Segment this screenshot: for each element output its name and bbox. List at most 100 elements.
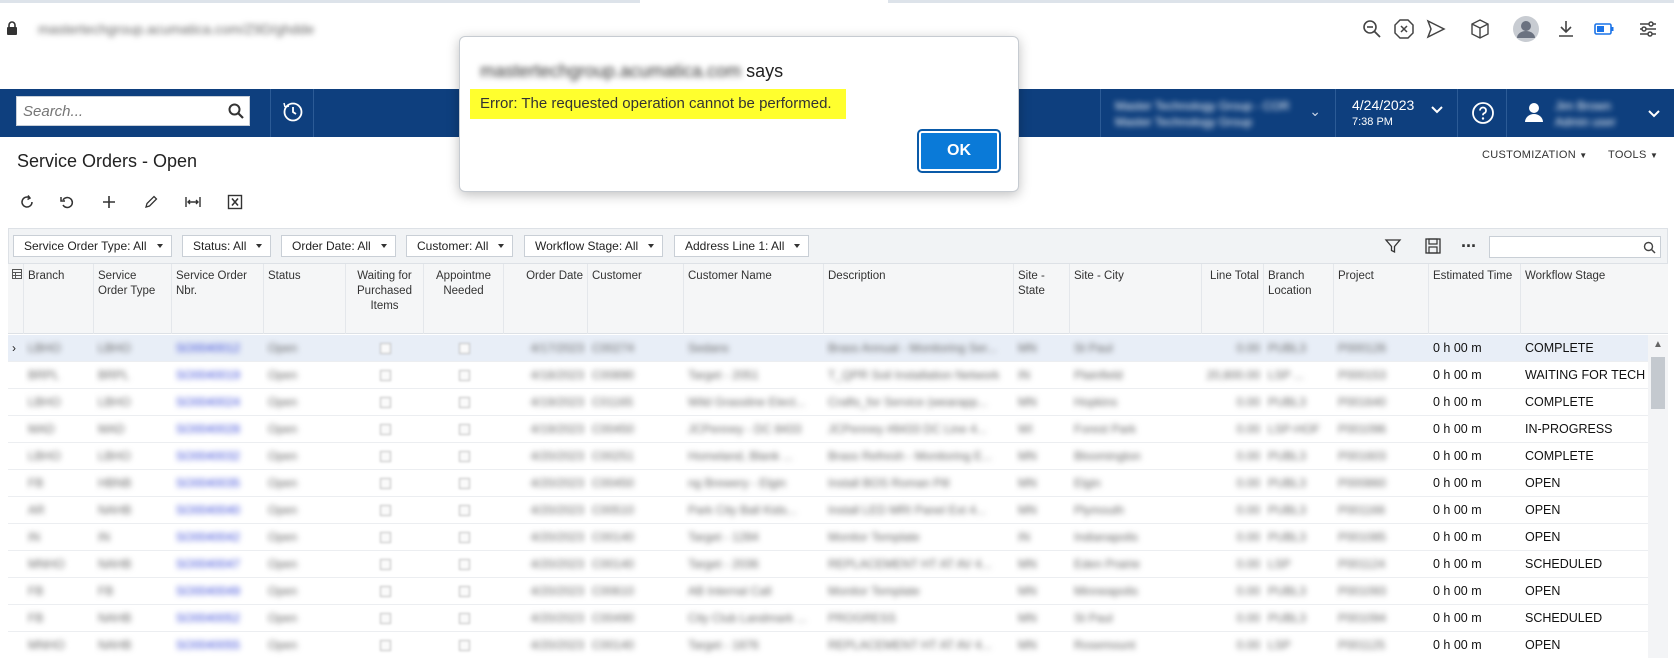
checkbox[interactable] (379, 424, 391, 436)
column-header[interactable]: Service Order Type (94, 264, 172, 334)
table-row[interactable]: FB HBNB SO0040035 Open 4/20/2023 C00450 ng Bre… (8, 470, 1648, 497)
company-selector[interactable]: Master Technology Group - CORP Master Te… (1100, 89, 1335, 137)
business-date-selector[interactable]: 4/24/2023 7:38 PM (1335, 89, 1457, 137)
cell-nbr[interactable]: SO0040024 (176, 395, 240, 409)
column-header[interactable]: Description (824, 264, 1014, 334)
scrollbar-thumb[interactable] (1651, 357, 1665, 409)
checkbox[interactable] (458, 370, 470, 382)
send-icon[interactable] (1424, 17, 1448, 41)
profile-icon[interactable] (1512, 15, 1540, 43)
checkbox[interactable] (379, 532, 391, 544)
checkbox[interactable] (379, 343, 391, 355)
checkbox[interactable] (458, 451, 470, 463)
table-row[interactable]: MNHO NAHB SO0040047 Open 4/20/2023 C00140 Targ… (8, 551, 1648, 578)
filter-service-order-type[interactable]: Service Order Type: All (13, 235, 172, 257)
tools-menu[interactable]: TOOLS ▼ (1608, 149, 1658, 161)
download-icon[interactable] (1554, 17, 1578, 41)
help-button[interactable] (1457, 89, 1507, 137)
column-header[interactable]: Workflow Stage (1521, 264, 1668, 334)
settings-sliders-icon[interactable] (1636, 17, 1660, 41)
recent-history-button[interactable] (270, 89, 314, 137)
alert-ok-button[interactable]: OK (917, 129, 1001, 173)
cell-nbr[interactable]: SO0040040 (176, 503, 240, 517)
column-header[interactable]: Line Total (1202, 264, 1264, 334)
table-row[interactable]: LBHO LBHO SO0040032 Open 4/20/2023 C00251 Home… (8, 443, 1648, 470)
checkbox[interactable] (458, 343, 470, 355)
column-header[interactable]: Service Order Nbr. (172, 264, 264, 334)
cell-nbr[interactable]: SO0040019 (176, 368, 240, 382)
cell-nbr[interactable]: SO0040032 (176, 449, 240, 463)
checkbox[interactable] (458, 559, 470, 571)
table-row[interactable]: FB FB SO0040049 Open 4/20/2023 C00610 AB Inter… (8, 578, 1648, 605)
checkbox[interactable] (379, 478, 391, 490)
cell-nbr[interactable]: SO0040012 (176, 341, 240, 355)
checkbox[interactable] (379, 397, 391, 409)
table-row[interactable]: BRPL BRPL SO0040019 Open 4/18/2023 C00890 Targ… (8, 362, 1648, 389)
column-header[interactable]: Project (1334, 264, 1429, 334)
filter-customer[interactable]: Customer: All (406, 235, 514, 257)
table-row[interactable]: AR NAHB SO0040040 Open 4/20/2023 C00510 Park C… (8, 497, 1648, 524)
table-row[interactable]: FB NAHB SO0040052 Open 4/20/2023 C00490 City C… (8, 605, 1648, 632)
checkbox[interactable] (458, 613, 470, 625)
column-header[interactable]: Order Date (504, 264, 588, 334)
vertical-scrollbar[interactable]: ▲ (1648, 335, 1668, 658)
cell-nbr[interactable]: SO0040055 (176, 638, 240, 652)
add-button[interactable] (98, 191, 120, 213)
column-settings-icon[interactable] (8, 264, 24, 334)
table-row[interactable]: › LBHO LBHO SO0040012 Open 4/17/2023 C00274 Sed… (8, 335, 1648, 362)
search-icon[interactable] (227, 102, 245, 120)
checkbox[interactable] (458, 478, 470, 490)
lock-icon[interactable] (6, 21, 18, 35)
filter-status[interactable]: Status: All (182, 235, 272, 257)
column-header[interactable]: Customer (588, 264, 684, 334)
column-header[interactable]: Branch Location (1264, 264, 1334, 334)
cell-nbr[interactable]: SO0040028 (176, 422, 240, 436)
checkbox[interactable] (458, 586, 470, 598)
table-row[interactable]: IN IN SO0040042 Open 4/20/2023 C00140 Target -… (8, 524, 1648, 551)
checkbox[interactable] (458, 397, 470, 409)
edit-button[interactable] (140, 191, 162, 213)
checkbox[interactable] (458, 532, 470, 544)
grid-search-input[interactable] (1489, 236, 1661, 258)
user-menu[interactable]: Jim Brown Admin user (1507, 89, 1674, 137)
checkbox[interactable] (379, 451, 391, 463)
column-header[interactable]: Appointme Needed (424, 264, 504, 334)
checkbox[interactable] (379, 586, 391, 598)
save-filter-icon[interactable] (1424, 237, 1442, 255)
column-header[interactable]: Waiting for Purchased Items (346, 264, 424, 334)
checkbox[interactable] (458, 505, 470, 517)
refresh-button[interactable] (16, 191, 38, 213)
stop-icon[interactable] (1392, 17, 1416, 41)
battery-icon[interactable] (1592, 17, 1616, 41)
column-header[interactable]: Status (264, 264, 346, 334)
filter-order-date[interactable]: Order Date: All (281, 235, 396, 257)
column-header[interactable]: Branch (24, 264, 94, 334)
table-row[interactable]: MNHO NAHB SO0040055 Open 4/20/2023 C00140 Targ… (8, 632, 1648, 658)
cell-nbr[interactable]: SO0040042 (176, 530, 240, 544)
export-excel-button[interactable] (224, 191, 246, 213)
column-header[interactable]: Site - State (1014, 264, 1070, 334)
checkbox[interactable] (458, 640, 470, 652)
customization-menu[interactable]: CUSTOMIZATION ▼ (1482, 149, 1588, 161)
table-row[interactable]: MAD MAD SO0040028 Open 4/19/2023 C00450 JCPenn… (8, 416, 1648, 443)
more-options-icon[interactable]: ... (1461, 231, 1476, 252)
checkbox[interactable] (379, 640, 391, 652)
cell-nbr[interactable]: SO0040049 (176, 584, 240, 598)
checkbox[interactable] (379, 505, 391, 517)
column-header[interactable]: Estimated Time (1429, 264, 1521, 334)
search-input[interactable] (17, 97, 217, 125)
cube-icon[interactable] (1468, 17, 1492, 41)
address-bar-url[interactable]: mastertechgroup.acumatica.com/Z9D/ghdde (38, 21, 378, 37)
table-row[interactable]: LBHO LBHO SO0040024 Open 4/19/2023 C01165 Wild… (8, 389, 1648, 416)
filter-icon[interactable] (1384, 237, 1402, 255)
column-header[interactable]: Site - City (1070, 264, 1202, 334)
cell-nbr[interactable]: SO0040035 (176, 476, 240, 490)
filter-workflow-stage[interactable]: Workflow Stage: All (524, 235, 664, 257)
global-search[interactable] (16, 96, 250, 126)
checkbox[interactable] (379, 559, 391, 571)
filter-address-line-1[interactable]: Address Line 1: All (674, 235, 810, 257)
row-selector-chevron-icon[interactable]: › (8, 335, 24, 362)
column-header[interactable]: Customer Name (684, 264, 824, 334)
zoom-out-icon[interactable] (1360, 17, 1384, 41)
cell-nbr[interactable]: SO0040047 (176, 557, 240, 571)
